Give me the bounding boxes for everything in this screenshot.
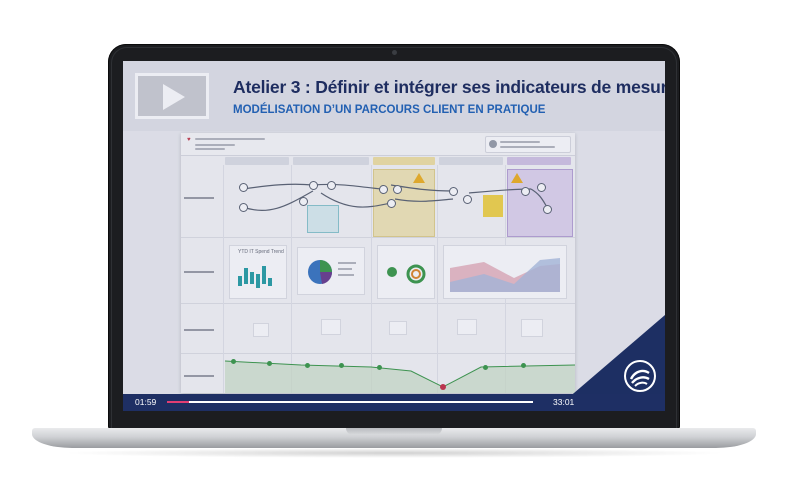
- spend-trend-panel: YTD IT Spend Trend: [229, 245, 287, 299]
- bar-mark: [268, 278, 272, 286]
- journey-node: [521, 187, 530, 196]
- lane-label: [184, 329, 214, 331]
- journey-node: [393, 185, 402, 194]
- lane-label: [184, 271, 214, 273]
- journey-node: [449, 187, 458, 196]
- journey-node: [239, 183, 248, 192]
- task-card: [321, 319, 341, 335]
- bar-mark: [238, 276, 242, 286]
- journey-node: [239, 203, 248, 212]
- journey-node: [299, 197, 308, 206]
- row-divider: [181, 303, 575, 304]
- laptop-shadow: [60, 448, 728, 458]
- slide-subtitle: MODÉLISATION D’UN PARCOURS CLIENT EN PRA…: [233, 104, 546, 116]
- spend-trend-label: YTD IT Spend Trend: [238, 249, 284, 255]
- emotion-curve: [224, 360, 575, 393]
- journey-node: [463, 195, 472, 204]
- emotion-point: [305, 363, 310, 368]
- brand-logo-icon: [624, 360, 656, 392]
- dashboard-preview: ♥ YTD IT Spend Trend: [181, 133, 575, 393]
- donut-chart: [387, 264, 426, 284]
- bar-mark: [244, 268, 248, 284]
- pie-chart-panel: [297, 247, 365, 295]
- warning-icon: [511, 173, 523, 183]
- elapsed-time: 01:59: [135, 397, 157, 407]
- journey-node: [379, 185, 388, 194]
- slide-header: Atelier 3 : Définir et intégrer ses indi…: [123, 61, 665, 131]
- pie-chart: [308, 260, 356, 284]
- task-card: [521, 319, 543, 337]
- journey-node: [309, 181, 318, 190]
- emotion-point: [377, 365, 382, 370]
- total-duration: 33:01: [553, 397, 575, 407]
- bar-mark: [262, 266, 266, 284]
- emotion-point: [339, 363, 344, 368]
- video-player[interactable]: Atelier 3 : Définir et intégrer ses indi…: [123, 61, 665, 411]
- play-icon: [163, 84, 185, 110]
- progress-bar[interactable]: [167, 401, 533, 403]
- emotion-point: [521, 363, 526, 368]
- bar-mark: [256, 274, 260, 288]
- task-card: [253, 323, 269, 337]
- emotion-point: [483, 365, 488, 370]
- task-card: [457, 319, 477, 335]
- camera-icon: [392, 50, 397, 55]
- journey-node: [327, 181, 336, 190]
- journey-node: [537, 183, 546, 192]
- video-controls: 01:59 33:01: [123, 394, 665, 411]
- emotion-point-negative: [440, 384, 446, 390]
- progress-fill: [167, 401, 189, 403]
- journey-node: [543, 205, 552, 214]
- area-chart-panel: [443, 245, 567, 299]
- play-button[interactable]: [135, 73, 209, 119]
- row-divider: [181, 237, 575, 238]
- bar-mark: [250, 272, 254, 284]
- sticky-note: [483, 195, 503, 217]
- emotion-point: [231, 359, 236, 364]
- emotion-point: [267, 361, 272, 366]
- donut-chart-panel: [377, 245, 435, 299]
- warning-icon: [413, 173, 425, 183]
- journey-node: [387, 199, 396, 208]
- slide-title: Atelier 3 : Définir et intégrer ses indi…: [233, 77, 665, 97]
- task-card: [389, 321, 407, 335]
- laptop-notch: [346, 428, 442, 435]
- area-chart: [450, 258, 560, 292]
